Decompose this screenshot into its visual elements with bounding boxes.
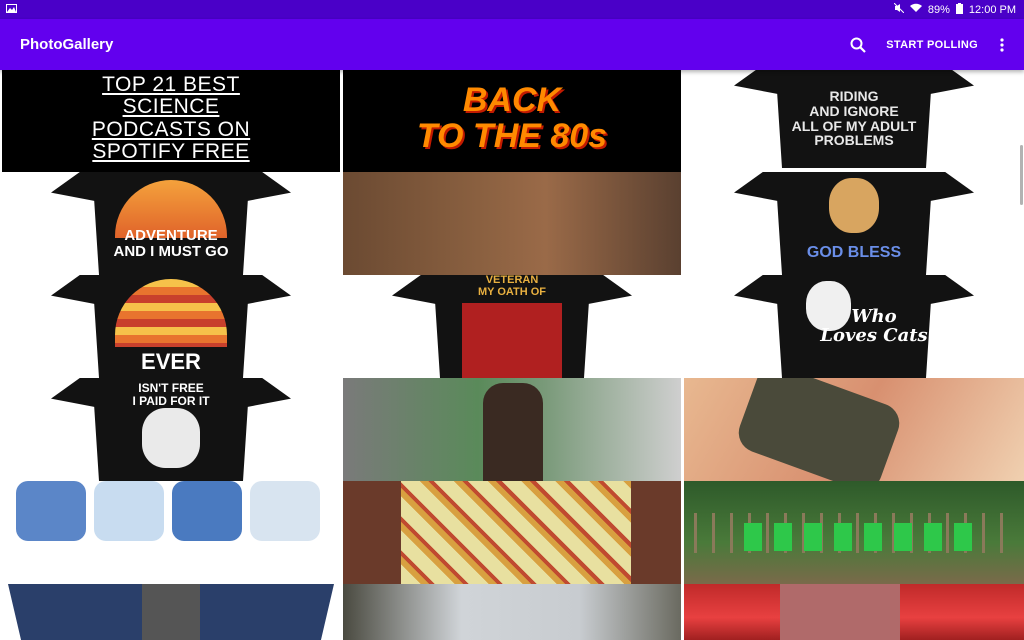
search-button[interactable] — [844, 31, 872, 59]
gallery-item[interactable]: TOP 21 BEST SCIENCE PODCASTS ON SPOTIFY … — [2, 70, 340, 172]
gallery-item-caption: TOP 21 BEST SCIENCE PODCASTS ON SPOTIFY … — [91, 73, 251, 163]
dog-graphic — [829, 178, 879, 233]
gallery-item[interactable]: ISN'T FREE I PAID FOR IT — [2, 378, 340, 481]
gallery-item[interactable] — [2, 481, 340, 584]
gallery-item[interactable] — [684, 378, 1024, 481]
eagle-graphic — [142, 408, 200, 468]
gallery-item-caption: Who Loves Cats — [820, 305, 928, 346]
photo-grid: TOP 21 BEST SCIENCE PODCASTS ON SPOTIFY … — [0, 70, 1024, 640]
search-icon — [850, 37, 867, 53]
gallery-item[interactable] — [2, 584, 340, 640]
green-shirts-graphic — [744, 523, 984, 551]
gallery-item[interactable]: ADVENTURE AND I MUST GO — [2, 172, 340, 275]
gallery-item[interactable]: VETERAN MY OATH OF — [343, 275, 681, 378]
gallery-item[interactable] — [684, 584, 1024, 640]
scrollbar-thumb[interactable] — [1020, 145, 1023, 205]
gallery-item-caption: RIDING AND IGNORE ALL OF MY ADULT PROBLE… — [791, 88, 917, 149]
emblem-graphic — [142, 584, 200, 640]
gallery-item-caption: ADVENTURE AND I MUST GO — [113, 226, 229, 260]
gallery-item[interactable]: RIDING AND IGNORE ALL OF MY ADULT PROBLE… — [684, 70, 1024, 172]
status-bar: 89% 12:00 PM — [0, 0, 1024, 19]
image-icon — [6, 3, 17, 16]
overflow-menu-button[interactable] — [992, 31, 1012, 59]
fabric-graphic — [401, 481, 631, 584]
person-graphic — [483, 383, 543, 481]
gallery-item[interactable] — [343, 172, 681, 275]
scrub-top-4 — [250, 481, 320, 541]
gallery-item-caption: VETERAN MY OATH OF — [477, 275, 547, 298]
more-vert-icon — [1000, 37, 1004, 52]
gallery-item[interactable]: Who Loves Cats — [684, 275, 1024, 378]
gallery-item[interactable] — [343, 584, 681, 640]
gallery-item-caption: ISN'T FREE I PAID FOR IT — [132, 381, 210, 408]
gallery-item[interactable]: GOD BLESS — [684, 172, 1024, 275]
scrub-top-2 — [94, 481, 164, 541]
wifi-icon — [909, 3, 922, 16]
battery-icon — [955, 2, 963, 17]
gallery-item[interactable] — [343, 481, 681, 584]
mute-icon — [893, 2, 905, 16]
gallery-item[interactable]: BACK TO THE 80s — [343, 70, 681, 172]
scrub-top-3 — [172, 481, 242, 541]
scrub-top-1 — [16, 481, 86, 541]
gallery-item-caption: BACK TO THE 80s — [416, 80, 608, 155]
flag-graphic — [462, 303, 562, 378]
clock: 12:00 PM — [968, 3, 1016, 16]
gallery-item-caption: EVER — [141, 348, 201, 374]
gallery-item[interactable]: EVER — [2, 275, 340, 378]
app-bar: PhotoGallery START POLLING — [0, 19, 1024, 70]
gallery-item-caption: GOD BLESS — [806, 244, 902, 262]
gallery-item[interactable] — [343, 378, 681, 481]
start-polling-button[interactable]: START POLLING — [886, 39, 978, 51]
app-title: PhotoGallery — [20, 36, 114, 53]
gallery-item[interactable] — [684, 481, 1024, 584]
person-graphic — [780, 584, 900, 640]
battery-percent: 89% — [927, 3, 950, 16]
gloves-graphic — [733, 378, 905, 481]
